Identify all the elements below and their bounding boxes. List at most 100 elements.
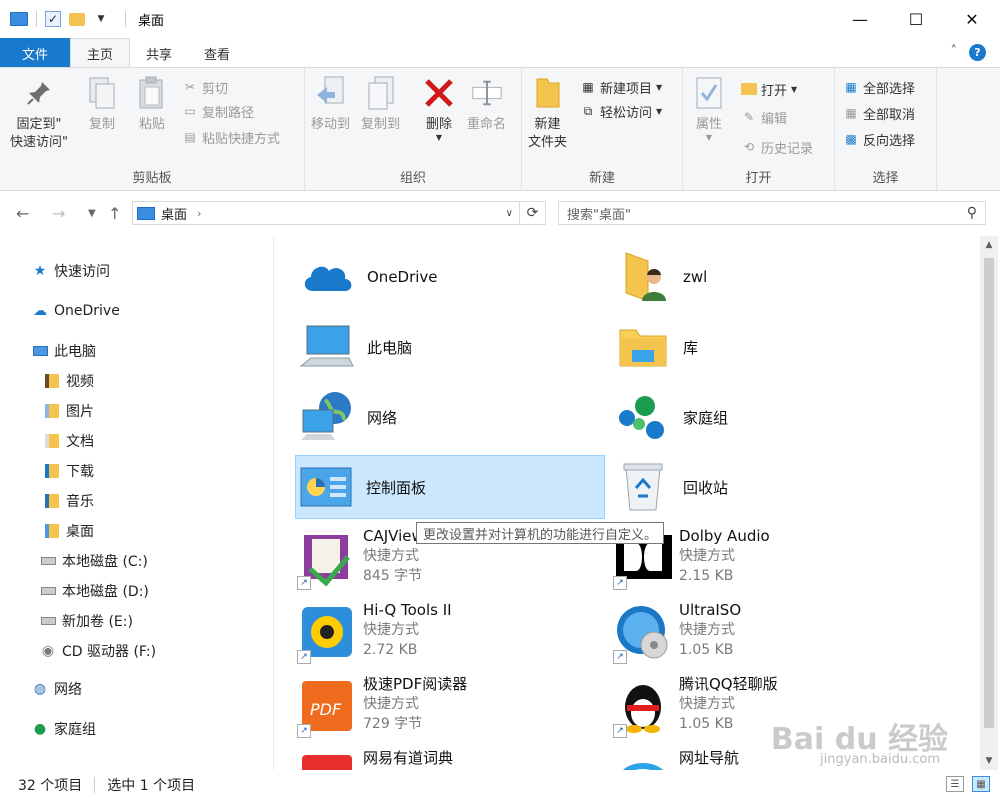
delete-dropdown-chevron-icon[interactable]: ▼ [436, 134, 442, 142]
properties-quick-icon[interactable]: ✓ [45, 11, 61, 27]
select-all-button[interactable]: ▦ 全部选择 [843, 76, 915, 98]
clipboard-group-label: 剪贴板 [132, 171, 172, 186]
back-arrow-icon[interactable]: ← [16, 204, 29, 223]
tab-home[interactable]: 主页 [70, 38, 131, 68]
new-folder-label-line2: 文件夹 [528, 135, 568, 150]
sidebar-item-quick-access[interactable]: ★ 快速访问 [32, 260, 110, 282]
delete-button[interactable]: 删除 ▼ [423, 74, 455, 142]
pin-label-line2: 快速访问" [10, 135, 68, 150]
collapse-ribbon-chevron-icon[interactable]: ˄ [951, 44, 958, 61]
new-folder-quick-icon[interactable] [69, 12, 85, 26]
cd-drive-icon: ◉ [41, 643, 55, 659]
sidebar-item-homegroup[interactable]: ● 家庭组 [32, 718, 96, 740]
file-item-control-panel[interactable]: 控制面板 [295, 455, 605, 519]
scroll-down-arrow-icon[interactable]: ▼ [980, 752, 998, 770]
sidebar-item-desktop[interactable]: 桌面 [44, 520, 94, 542]
pin-quick-access-button[interactable]: 固定到" 快速访问" [10, 74, 68, 152]
file-item-youdao-dict[interactable]: 网易有道词典 [297, 748, 597, 770]
search-input[interactable]: 搜索"桌面" ⚲ [558, 201, 986, 225]
sidebar-item-downloads[interactable]: 下载 [44, 460, 94, 482]
minimize-button[interactable]: — [832, 0, 888, 38]
cut-button[interactable]: ✂ 剪切 [182, 76, 228, 98]
rename-button[interactable]: 重命名 [467, 74, 506, 134]
customize-toolbar-chevron-icon[interactable]: ▼ [93, 11, 109, 27]
maximize-button[interactable]: ☐ [888, 0, 944, 38]
sidebar-item-videos[interactable]: 视频 [44, 370, 94, 392]
easy-access-button[interactable]: ⧉ 轻松访问 ▼ [580, 100, 662, 122]
breadcrumb-chevron-icon[interactable]: › [197, 207, 201, 220]
control-panel-icon [296, 457, 356, 517]
sidebar-item-documents[interactable]: 文档 [44, 430, 94, 452]
scrollbar-thumb[interactable] [984, 258, 994, 728]
scroll-up-arrow-icon[interactable]: ▲ [980, 236, 998, 254]
group-select: ▦ 全部选择 ▦ 全部取消 ▩ 反向选择 选择 [835, 68, 937, 190]
file-item-this-pc[interactable]: 此电脑 [297, 316, 597, 378]
file-item-pdf-reader[interactable]: PDF ↗ 极速PDF阅读器 快捷方式 729 字节 [297, 674, 597, 744]
onedrive-cloud-icon [297, 247, 357, 307]
file-item-network[interactable]: 网络 [297, 386, 597, 448]
invert-selection-label: 反向选择 [863, 133, 916, 149]
copy-path-button[interactable]: ▭ 复制路径 [182, 100, 254, 122]
new-folder-button[interactable]: 新建 文件夹 [528, 74, 567, 152]
tiles-view-icon[interactable]: ▦ [972, 776, 990, 792]
paste-shortcut-button[interactable]: ▤ 粘贴快捷方式 [182, 126, 280, 148]
select-all-icon: ▦ [845, 80, 857, 94]
shortcut-arrow-icon: ↗ [613, 724, 627, 738]
sidebar-item-drive-e[interactable]: 新加卷 (E:) [40, 610, 133, 632]
tab-view[interactable]: 查看 [188, 38, 246, 68]
select-group-label: 选择 [872, 171, 899, 186]
forward-arrow-icon[interactable]: → [52, 204, 65, 223]
sidebar-item-onedrive[interactable]: ☁ OneDrive [32, 300, 120, 322]
move-to-button[interactable]: 移动到 [311, 74, 350, 134]
details-view-icon[interactable]: ☰ [946, 776, 964, 792]
copy-label: 复制 [88, 117, 115, 132]
address-path[interactable]: 桌面 [161, 204, 187, 223]
sidebar-item-cd-drive[interactable]: ◉ CD 驱动器 (F:) [40, 640, 156, 662]
vertical-scrollbar[interactable]: ▲ ▼ [980, 236, 998, 770]
file-name: 家庭组 [683, 408, 729, 427]
tab-file[interactable]: 文件 [0, 38, 70, 68]
sidebar-item-this-pc[interactable]: 此电脑 [32, 340, 96, 362]
history-button[interactable]: ⟲ 历史记录 [741, 136, 813, 158]
explorer-window-icon[interactable] [10, 12, 28, 26]
help-icon[interactable]: ? [969, 44, 986, 61]
recent-locations-chevron-icon[interactable]: ▼ [88, 208, 96, 219]
pictures-folder-icon [44, 403, 60, 419]
file-item-onedrive[interactable]: OneDrive [297, 246, 597, 308]
sidebar-item-network[interactable]: ◍ 网络 [32, 678, 82, 700]
search-icon[interactable]: ⚲ [967, 205, 977, 221]
file-item-homegroup[interactable]: 家庭组 [613, 386, 913, 448]
copy-button[interactable]: 复制 [86, 74, 118, 134]
address-bar[interactable]: 桌面 › ∨ [132, 201, 520, 225]
sidebar-item-drive-d[interactable]: 本地磁盘 (D:) [40, 580, 149, 602]
shortcut-arrow-icon: ↗ [613, 650, 627, 664]
file-item-user-folder[interactable]: zwl [613, 246, 913, 308]
copy-to-button[interactable]: 复制到 [361, 74, 400, 134]
file-item-hiq-tools[interactable]: ↗ Hi-Q Tools II 快捷方式 2.72 KB [297, 600, 597, 670]
paste-button[interactable]: 粘贴 [136, 74, 168, 134]
file-name: 库 [683, 338, 699, 357]
sidebar-item-label: 此电脑 [54, 344, 96, 360]
edit-button[interactable]: ✎ 编辑 [741, 106, 787, 128]
address-dropdown-chevron-icon[interactable]: ∨ [506, 208, 513, 219]
sidebar-item-music[interactable]: 音乐 [44, 490, 94, 512]
status-separator [94, 777, 96, 793]
file-item-recycle-bin[interactable]: 回收站 [613, 456, 913, 518]
properties-button[interactable]: 属性 ▼ [693, 74, 725, 142]
sidebar-item-pictures[interactable]: 图片 [44, 400, 94, 422]
tab-share[interactable]: 共享 [130, 38, 188, 68]
copy-icon [86, 74, 118, 112]
invert-selection-button[interactable]: ▩ 反向选择 [843, 128, 915, 150]
up-arrow-icon[interactable]: ↑ [108, 204, 121, 223]
sidebar-item-drive-c[interactable]: 本地磁盘 (C:) [40, 550, 148, 572]
file-name: 此电脑 [367, 338, 413, 357]
select-none-button[interactable]: ▦ 全部取消 [843, 102, 915, 124]
file-type: 快捷方式 [363, 696, 419, 712]
file-item-ultraiso[interactable]: ↗ UltraISO 快捷方式 1.05 KB [613, 600, 913, 670]
properties-dropdown-chevron-icon[interactable]: ▼ [706, 134, 712, 142]
close-button[interactable]: ✕ [944, 0, 1000, 38]
file-item-library[interactable]: 库 [613, 316, 913, 378]
new-item-button[interactable]: ▦ 新建项目 ▼ [580, 76, 662, 98]
open-button[interactable]: 打开 ▼ [741, 78, 797, 100]
refresh-button[interactable]: ⟳ [520, 201, 546, 225]
